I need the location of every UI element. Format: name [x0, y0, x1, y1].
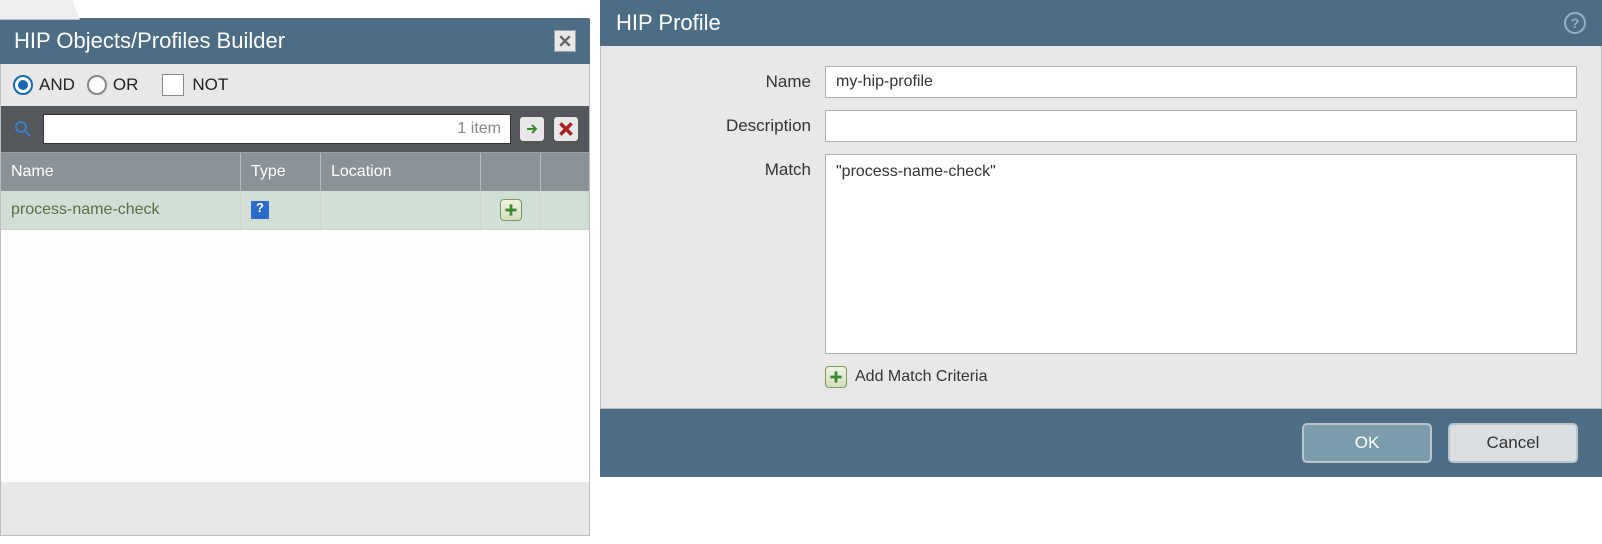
description-input[interactable] — [825, 110, 1577, 142]
and-radio[interactable]: AND — [13, 75, 75, 95]
help-button[interactable]: ? — [1564, 12, 1586, 34]
not-label: NOT — [192, 75, 228, 95]
builder-header: HIP Objects/Profiles Builder — [0, 18, 590, 64]
cancel-button[interactable]: Cancel — [1448, 423, 1578, 463]
button-bar: OK Cancel — [600, 409, 1602, 477]
close-builder-button[interactable] — [554, 30, 576, 52]
table-row[interactable]: process-name-check — [1, 191, 589, 230]
not-checkbox[interactable]: NOT — [162, 74, 228, 96]
search-go-button[interactable] — [519, 116, 545, 142]
search-bar: 1 item — [1, 106, 589, 152]
row-type — [241, 191, 321, 229]
tab-stub — [0, 0, 80, 20]
profile-panel: HIP Profile ? Name Description Match — [600, 0, 1602, 544]
checkbox-icon — [162, 74, 184, 96]
profile-form: Name Description Match Add Match Criteri… — [600, 46, 1602, 409]
boolean-operator-row: AND OR NOT — [1, 64, 589, 106]
radio-icon — [87, 75, 107, 95]
name-input[interactable] — [825, 66, 1577, 98]
add-object-button[interactable] — [500, 199, 522, 221]
table-header-row: Name Type Location — [1, 153, 589, 191]
radio-icon — [13, 75, 33, 95]
search-input[interactable] — [43, 114, 511, 144]
profile-header: HIP Profile ? — [600, 0, 1602, 46]
col-action — [481, 153, 541, 191]
and-label: AND — [39, 75, 75, 95]
question-icon: ? — [1571, 15, 1580, 31]
or-radio[interactable]: OR — [87, 75, 139, 95]
object-type-icon — [251, 201, 269, 219]
plus-icon — [829, 370, 843, 384]
search-clear-button[interactable] — [553, 116, 579, 142]
match-label: Match — [625, 154, 825, 180]
x-icon — [559, 122, 573, 136]
search-icon — [11, 117, 35, 141]
plus-icon — [504, 203, 518, 217]
ok-button[interactable]: OK — [1302, 423, 1432, 463]
close-icon — [559, 35, 571, 47]
name-label: Name — [625, 66, 825, 92]
profile-title: HIP Profile — [616, 10, 721, 36]
builder-title: HIP Objects/Profiles Builder — [14, 28, 285, 54]
add-match-criteria-button[interactable] — [825, 366, 847, 388]
row-name: process-name-check — [1, 191, 241, 229]
col-location[interactable]: Location — [321, 153, 481, 191]
add-match-criteria-label: Add Match Criteria — [855, 368, 988, 386]
row-location — [321, 191, 481, 229]
col-name[interactable]: Name — [1, 153, 241, 191]
objects-table: Name Type Location process-name-check — [1, 152, 589, 482]
col-type[interactable]: Type — [241, 153, 321, 191]
row-action — [481, 191, 541, 229]
arrow-right-icon — [524, 121, 540, 137]
builder-panel: HIP Objects/Profiles Builder AND OR NOT — [0, 18, 590, 544]
or-label: OR — [113, 75, 139, 95]
description-label: Description — [625, 110, 825, 136]
match-textarea[interactable] — [825, 154, 1577, 354]
